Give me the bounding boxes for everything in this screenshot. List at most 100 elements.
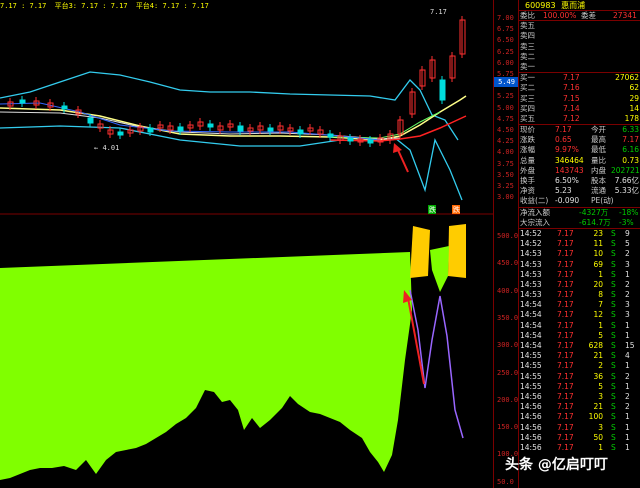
tape-direction: S xyxy=(611,279,616,289)
tape-price: 7.17 xyxy=(557,361,574,371)
price-tick: 7.00 xyxy=(497,14,514,22)
tape-count: 3 xyxy=(625,300,630,310)
tape-time: 14:53 xyxy=(520,259,542,269)
buy-order-row[interactable]: 买四 7.14 14 xyxy=(519,104,640,114)
order-diff-label: 委差 xyxy=(581,11,596,20)
quote-label: 总量 xyxy=(520,155,535,165)
buy-order-row[interactable]: 买一 7.17 27062 xyxy=(519,73,640,83)
tape-price: 7.17 xyxy=(557,269,574,279)
tape-volume: 100 xyxy=(588,412,603,422)
buy-orders: 买一 7.17 27062 买二 7.16 62 买三 7.15 29 买四 7.14… xyxy=(519,73,640,126)
tape-time: 14:56 xyxy=(520,432,542,442)
fund-flow-row: 净流入额 -4327万 -18% xyxy=(519,208,640,218)
tape-volume: 5 xyxy=(598,381,603,391)
tape-time: 14:54 xyxy=(520,320,542,330)
indicator-header: 7.17 : 7.17 平台3: 7.17 : 7.17 平台4: 7.17 :… xyxy=(0,1,213,11)
tape-time: 14:55 xyxy=(520,351,542,361)
price-tick: 4.50 xyxy=(497,126,514,134)
signal-label: 跌 xyxy=(453,205,460,214)
volume-tick: 450.0 xyxy=(497,259,519,268)
tape-direction: S xyxy=(611,341,616,350)
buy-order-price: 7.14 xyxy=(563,103,580,113)
tape-volume: 7 xyxy=(598,300,603,310)
fund-flow-value: -4327万 xyxy=(579,207,609,217)
price-tick: 6.75 xyxy=(497,25,514,34)
quote-label: 外盘 xyxy=(520,165,535,175)
price-tick: 4.25 xyxy=(497,137,514,146)
tick-tape[interactable]: 14:52 7.17 23 S 9 14:52 7.17 11 S 5 14:53 … xyxy=(519,229,640,453)
buy-order-row[interactable]: 买五 7.12 178 xyxy=(519,114,640,124)
yellow-block-1 xyxy=(410,226,430,278)
buy-order-row[interactable]: 买三 7.15 29 xyxy=(519,94,640,104)
tape-row: 14:54 7.17 1 S 1 xyxy=(519,321,640,331)
buy-order-label: 买五 xyxy=(520,113,535,123)
order-ratio-value: 100.00% xyxy=(543,11,577,20)
tape-direction: S xyxy=(611,290,616,300)
price-tick: 6.25 xyxy=(497,47,514,56)
tape-count: 2 xyxy=(625,249,630,259)
tape-row: 14:56 7.17 1 S 1 xyxy=(519,443,640,453)
sell-order-row[interactable]: 卖三 xyxy=(519,42,640,52)
high-marker-label: 7.17 xyxy=(430,8,447,16)
sell-order-row[interactable]: 卖五 xyxy=(519,21,640,31)
tape-price: 7.17 xyxy=(557,351,574,361)
volume-tick: 50.0 xyxy=(497,477,514,486)
price-axis: 7.006.756.506.256.005.755.505.255.004.75… xyxy=(493,0,519,488)
tape-row: 14:52 7.17 11 S 5 xyxy=(519,239,640,249)
tape-price: 7.17 xyxy=(557,259,574,269)
tape-direction: S xyxy=(611,300,616,310)
tape-price: 7.17 xyxy=(557,422,574,432)
quote-label: 换手 xyxy=(520,176,535,185)
sell-order-label: 卖五 xyxy=(520,21,535,31)
stock-header[interactable]: 600983 惠而浦 xyxy=(519,0,640,11)
tape-direction: S xyxy=(611,442,616,452)
quote-value: 6.50% xyxy=(555,176,579,185)
quote-row: 换手 6.50% 股本 7.66亿 xyxy=(519,176,640,186)
quote-value: 143743 xyxy=(555,165,584,175)
tape-time: 14:54 xyxy=(520,330,542,340)
quote-label: 净资 xyxy=(520,186,535,196)
quote-value: 0.65 xyxy=(555,135,572,145)
tape-price: 7.17 xyxy=(557,249,574,259)
tape-volume: 628 xyxy=(588,341,603,350)
tape-price: 7.17 xyxy=(557,290,574,300)
order-diff-value: 27341 xyxy=(613,11,637,20)
sell-order-row[interactable]: 卖二 xyxy=(519,52,640,62)
kline-chart[interactable]: ← 4.01 7.17 跌 跌 xyxy=(0,0,493,488)
tape-time: 14:52 xyxy=(520,239,542,249)
indicator-label-1: 7.17 : 7.17 xyxy=(0,2,47,10)
sell-order-row[interactable]: 卖四 xyxy=(519,31,640,41)
candle-body xyxy=(347,137,354,142)
low-marker-value: 4.01 xyxy=(102,144,119,152)
quote-label: 涨幅 xyxy=(520,145,535,155)
sell-order-row[interactable]: 卖一 xyxy=(519,62,640,72)
tape-price: 7.17 xyxy=(557,412,574,422)
sell-orders: 卖五 卖四 卖三 卖二 卖一 xyxy=(519,21,640,74)
volume-tick: 150.0 xyxy=(497,423,519,432)
candle-body xyxy=(297,129,304,135)
quote-value: 202721 xyxy=(611,165,640,175)
tape-count: 2 xyxy=(625,391,630,401)
quote-row: 涨幅 9.97% 最低 6.16 xyxy=(519,145,640,155)
tape-row: 14:55 7.17 21 S 4 xyxy=(519,351,640,361)
tape-count: 5 xyxy=(625,239,630,249)
tape-time: 14:56 xyxy=(520,412,542,422)
buy-order-volume: 62 xyxy=(629,83,639,93)
tape-row: 14:52 7.17 23 S 9 xyxy=(519,229,640,239)
price-tick: 5.25 xyxy=(497,92,514,101)
chart-area[interactable]: ← 4.01 7.17 跌 跌 7.17 : 7.17 平台3: 7.17 : 7… xyxy=(0,0,493,488)
fund-flow-pct: -18% xyxy=(619,207,639,217)
buy-order-volume: 14 xyxy=(629,103,639,113)
price-tick: 3.25 xyxy=(497,182,514,190)
buy-order-row[interactable]: 买二 7.16 62 xyxy=(519,83,640,93)
quote-label: 股本 xyxy=(591,176,606,185)
tape-volume: 1 xyxy=(598,269,603,279)
quote-label: PE(动) xyxy=(591,196,614,206)
quote-row: 涨跌 0.65 最高 7.17 xyxy=(519,135,640,145)
volume-tick: 250.0 xyxy=(497,368,519,377)
tape-direction: S xyxy=(611,381,616,391)
candle-body xyxy=(61,105,68,110)
tape-price: 7.17 xyxy=(557,239,574,249)
price-tick: 3.50 xyxy=(497,170,514,179)
tape-time: 14:56 xyxy=(520,391,542,401)
